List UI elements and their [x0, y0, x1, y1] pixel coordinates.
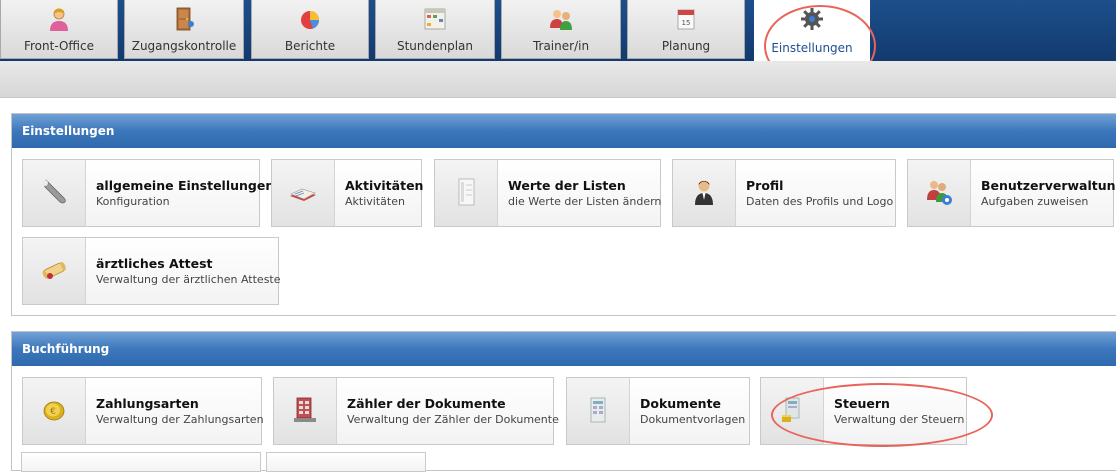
tab-label: Front-Office [23, 39, 95, 53]
tab-label: Berichte [284, 39, 336, 53]
card-title: Profil [746, 178, 784, 193]
panel-einstellungen: Einstellungen allgemeine Einstellungen K… [11, 113, 1116, 316]
tab-front-office[interactable]: Front-Office [0, 0, 118, 59]
pie-chart-icon [301, 11, 319, 29]
gear-icon [801, 8, 823, 30]
card-title: Aktivitäten [345, 178, 424, 193]
panel-title: Einstellungen [12, 114, 1116, 148]
card-subtitle: Konfiguration [96, 195, 170, 208]
coin-icon: € [43, 401, 65, 421]
card-dokumente[interactable]: Dokumente Dokumentvorlagen [566, 377, 750, 445]
tax-document-icon [782, 397, 800, 422]
book-icon [290, 188, 316, 201]
users-icon [550, 10, 572, 30]
card-title: Werte der Listen [508, 178, 626, 193]
card-subtitle: Verwaltung der Steuern [834, 413, 965, 426]
card-subtitle: Dokumentvorlagen [640, 413, 746, 426]
panel-buchfuehrung: Buchführung € Zahlungsarten Verwaltung d… [11, 331, 1116, 471]
card-title: allgemeine Einstellungen [96, 178, 275, 193]
card-subtitle: Aufgaben zuweisen [981, 195, 1089, 208]
document-template-icon [590, 397, 606, 423]
tab-label: Trainer/in [532, 39, 590, 53]
list-document-icon [458, 178, 475, 206]
sub-toolbar [0, 61, 1116, 98]
user-icon [50, 8, 68, 31]
tab-label: Stundenplan [396, 39, 474, 53]
card-title: Dokumente [640, 396, 722, 411]
tab-label: Planung [661, 39, 711, 53]
calendar-grid-icon [424, 8, 446, 30]
card-aerztliches-attest[interactable]: ärztliches Attest Verwaltung der ärztlic… [22, 237, 281, 305]
card-benutzerverwaltung[interactable]: Benutzerverwaltung Aufgaben zuweisen [907, 159, 1116, 227]
card-title: Steuern [834, 396, 890, 411]
card-subtitle: Verwaltung der ärztlichen Atteste [96, 273, 281, 286]
card-profil[interactable]: Profil Daten des Profils und Logo [672, 159, 896, 227]
card-subtitle: die Werte der Listen ändern [508, 195, 662, 208]
card-subtitle: Daten des Profils und Logo [746, 195, 894, 208]
card-title: Zahlungsarten [96, 396, 199, 411]
panel-title: Buchführung [12, 332, 1116, 366]
svg-text:€: € [50, 407, 56, 417]
card-subtitle: Aktivitäten [345, 195, 405, 208]
tab-einstellungen[interactable]: Einstellungen [754, 0, 870, 61]
users-gear-icon [927, 181, 952, 205]
card-subtitle: Verwaltung der Zähler der Dokumente [347, 413, 559, 426]
person-icon [695, 180, 713, 205]
card-subtitle: Verwaltung der Zahlungsarten [96, 413, 264, 426]
counter-icon [294, 397, 316, 422]
certificate-scroll-icon [42, 262, 66, 279]
card-zahlungsarten[interactable]: € Zahlungsarten Verwaltung der Zahlungsa… [22, 377, 264, 445]
tab-label: Zugangskontrolle [131, 39, 237, 53]
door-icon [176, 7, 194, 31]
card-werte-der-listen[interactable]: Werte der Listen die Werte der Listen än… [434, 159, 661, 227]
card-title: ärztliches Attest [96, 256, 213, 271]
tab-stundenplan[interactable]: Stundenplan [375, 0, 495, 59]
card-title: Zähler der Dokumente [347, 396, 506, 411]
wrench-icon [42, 179, 66, 204]
card-title: Benutzerverwaltung [981, 178, 1116, 193]
tab-trainer[interactable]: Trainer/in [501, 0, 621, 59]
card-steuern[interactable]: Steuern Verwaltung der Steuern [760, 377, 967, 445]
tab-zugangskontrolle[interactable]: Zugangskontrolle [124, 0, 244, 59]
calendar-icon: 15 [677, 9, 695, 30]
card-zaehler-der-dokumente[interactable]: Zähler der Dokumente Verwaltung der Zähl… [273, 377, 559, 445]
card-aktivitaeten[interactable]: Aktivitäten Aktivitäten [271, 159, 424, 227]
svg-text:15: 15 [682, 19, 691, 27]
tab-berichte[interactable]: Berichte [251, 0, 369, 59]
card-partial-next-row-1[interactable] [21, 452, 261, 472]
card-partial-next-row-2[interactable] [266, 452, 426, 472]
tab-label: Einstellungen [771, 41, 853, 55]
card-allgemeine-einstellungen[interactable]: allgemeine Einstellungen Konfiguration [22, 159, 274, 227]
tab-planung[interactable]: 15 Planung [627, 0, 745, 59]
main-tab-bar: Front-Office Zugangskontrolle Berichte S… [0, 0, 1116, 61]
